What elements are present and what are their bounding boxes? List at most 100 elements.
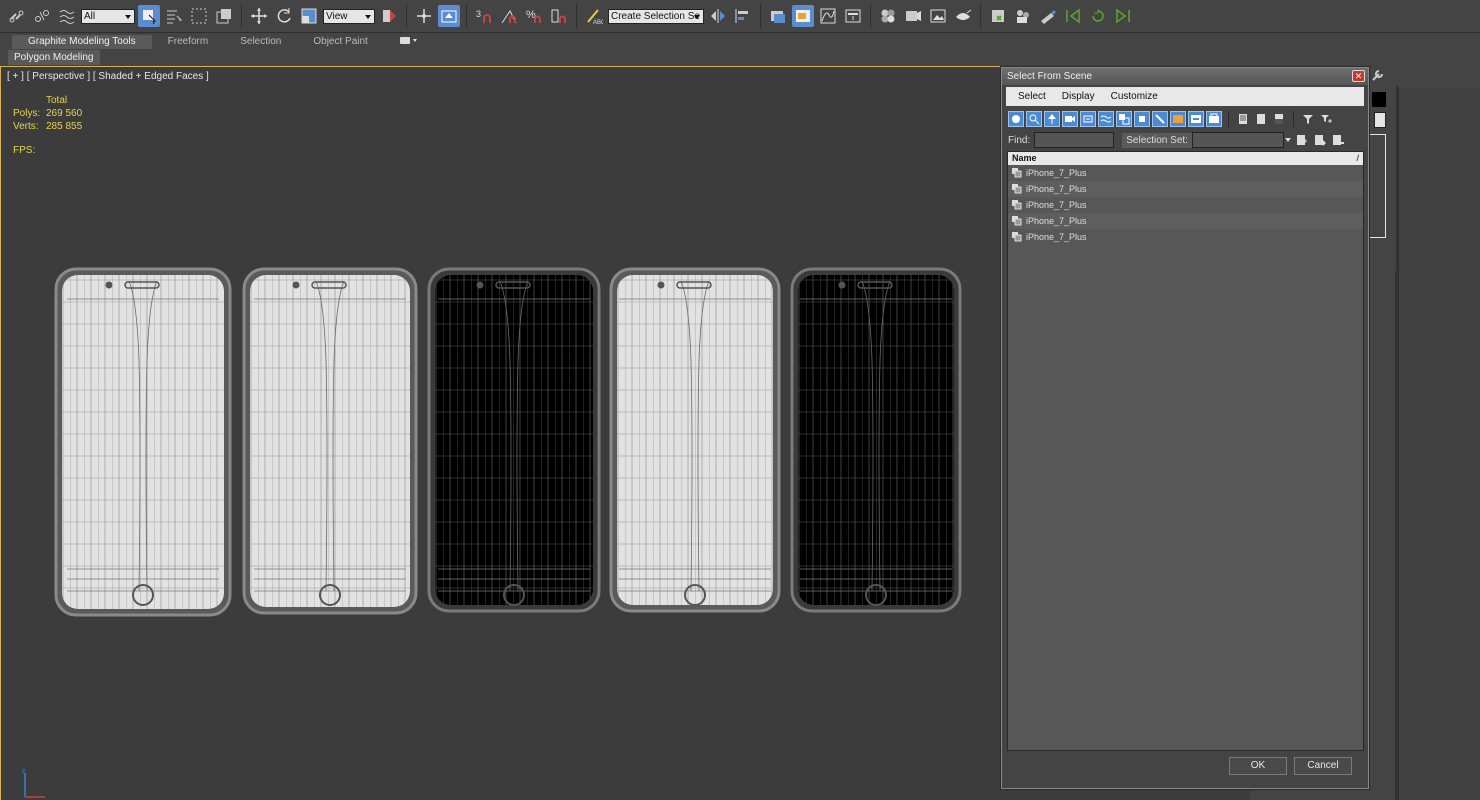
cancel-button[interactable]: Cancel (1294, 757, 1352, 775)
color-swatch[interactable] (1372, 92, 1386, 107)
command-panel (1368, 66, 1480, 800)
geometry-object-icon (1012, 200, 1022, 210)
tab-graphite-modeling-tools[interactable]: Graphite Modeling Tools (12, 34, 152, 49)
filter-options-icon[interactable] (1318, 111, 1334, 127)
toolbar-separator (1228, 111, 1229, 127)
find-input[interactable] (1034, 132, 1115, 148)
next-key-icon[interactable] (1112, 5, 1134, 27)
mirror-icon[interactable] (707, 5, 729, 27)
brush-tool-icon[interactable] (1037, 5, 1059, 27)
select-all-icon[interactable] (1235, 111, 1251, 127)
find-row: Find: Selection Set: (1008, 130, 1366, 150)
create-selection-set-icon[interactable] (1296, 134, 1308, 146)
container-icon[interactable] (987, 5, 1009, 27)
command-panel-rollout (1370, 134, 1386, 238)
previous-key-icon[interactable] (1062, 5, 1084, 27)
ribbon-tabs: Graphite Modeling Tools Freeform Selecti… (0, 34, 1480, 49)
selection-filter-dropdown[interactable]: All (81, 8, 135, 24)
tab-freeform[interactable]: Freeform (152, 35, 225, 49)
list-item[interactable]: iPhone_7_Plus (1008, 213, 1363, 229)
filter-icon[interactable] (1300, 111, 1316, 127)
selection-set-dropdown[interactable] (1191, 132, 1291, 148)
bind-to-space-warp-icon[interactable] (56, 5, 78, 27)
toggle-layer-explorer-icon[interactable] (792, 5, 814, 27)
selection-set-label: Selection Set: (1122, 132, 1192, 148)
rectangular-selection-icon[interactable] (188, 5, 210, 27)
display-shapes-icon[interactable] (1026, 111, 1042, 127)
select-none-icon[interactable] (1253, 111, 1269, 127)
dialog-toolbar (1008, 110, 1364, 128)
populate-icon[interactable] (1012, 5, 1034, 27)
command-panel-content (1398, 88, 1480, 800)
display-containers-icon[interactable] (1170, 111, 1186, 127)
iphone-model-1 (54, 267, 232, 617)
display-cameras-icon[interactable] (1062, 111, 1078, 127)
list-item[interactable]: iPhone_7_Plus (1008, 181, 1363, 197)
schematic-view-icon[interactable] (842, 5, 864, 27)
render-production-icon[interactable] (952, 5, 974, 27)
toolbar-separator (980, 4, 981, 28)
display-geometry-icon[interactable] (1008, 111, 1024, 127)
display-lights-icon[interactable] (1044, 111, 1060, 127)
add-to-selection-set-icon[interactable] (1314, 134, 1326, 146)
select-and-move-icon[interactable] (248, 5, 270, 27)
command-panel-dropdown[interactable] (1374, 112, 1386, 128)
ribbon-options-icon[interactable] (399, 36, 418, 47)
angle-snap-toggle-icon[interactable] (498, 5, 520, 27)
tab-selection[interactable]: Selection (224, 35, 297, 49)
display-helpers-icon[interactable] (1080, 111, 1096, 127)
spinner-snap-toggle-icon[interactable] (548, 5, 570, 27)
wrench-icon[interactable] (1370, 69, 1384, 83)
close-icon[interactable]: ✕ (1352, 70, 1365, 82)
display-xrefs-icon[interactable] (1134, 111, 1150, 127)
menu-customize[interactable]: Customize (1111, 91, 1158, 102)
cycle-keys-icon[interactable] (1087, 5, 1109, 27)
menu-select[interactable]: Select (1018, 91, 1046, 102)
display-groups-icon[interactable] (1116, 111, 1132, 127)
dialog-title-bar[interactable]: Select From Scene ✕ (1002, 68, 1368, 85)
keyboard-shortcut-override-icon[interactable] (438, 5, 460, 27)
select-object-icon[interactable] (138, 5, 160, 27)
select-and-scale-icon[interactable] (298, 5, 320, 27)
svg-text:z: z (22, 768, 26, 775)
dialog-menu-bar: Select Display Customize (1006, 87, 1364, 106)
select-and-link-icon[interactable] (6, 5, 28, 27)
geometry-object-icon (1012, 232, 1022, 242)
curve-editor-icon[interactable] (817, 5, 839, 27)
snaps-toggle-icon[interactable]: 3 (473, 5, 495, 27)
list-item[interactable]: iPhone_7_Plus (1008, 165, 1363, 181)
select-by-name-icon[interactable] (163, 5, 185, 27)
display-hidden-icon[interactable] (1206, 111, 1222, 127)
iphone-model-2 (242, 267, 418, 615)
rendered-frame-window-icon[interactable] (927, 5, 949, 27)
select-and-manipulate-icon[interactable] (413, 5, 435, 27)
named-selection-set-dropdown[interactable]: Create Selection Se (608, 8, 704, 24)
render-setup-icon[interactable] (902, 5, 924, 27)
unlink-selection-icon[interactable] (31, 5, 53, 27)
material-editor-icon[interactable] (877, 5, 899, 27)
select-and-rotate-icon[interactable] (273, 5, 295, 27)
toolbar-separator (241, 4, 242, 28)
edit-named-selection-icon[interactable]: ABC (583, 5, 605, 27)
percent-snap-toggle-icon[interactable]: % (523, 5, 545, 27)
menu-display[interactable]: Display (1062, 91, 1095, 102)
display-bones-icon[interactable] (1152, 111, 1168, 127)
toggle-scene-explorer-icon[interactable] (767, 5, 789, 27)
polygon-modeling-panel-button[interactable]: Polygon Modeling (8, 50, 100, 65)
column-header-name[interactable]: Name / (1008, 152, 1363, 165)
select-invert-icon[interactable] (1271, 111, 1287, 127)
tab-object-paint[interactable]: Object Paint (297, 35, 383, 49)
align-icon[interactable] (732, 5, 754, 27)
toolbar-separator (870, 4, 871, 28)
ribbon-panel: Polygon Modeling (0, 49, 1000, 66)
remove-from-selection-set-icon[interactable] (1332, 134, 1344, 146)
list-item[interactable]: iPhone_7_Plus (1008, 229, 1363, 245)
display-frozen-icon[interactable] (1188, 111, 1204, 127)
use-pivot-center-icon[interactable] (378, 5, 400, 27)
list-item[interactable]: iPhone_7_Plus (1008, 197, 1363, 213)
reference-coordinate-dropdown[interactable]: View (323, 8, 375, 24)
display-space-warps-icon[interactable] (1098, 111, 1114, 127)
svg-text:3: 3 (476, 9, 481, 19)
window-crossing-icon[interactable] (213, 5, 235, 27)
ok-button[interactable]: OK (1229, 757, 1287, 775)
